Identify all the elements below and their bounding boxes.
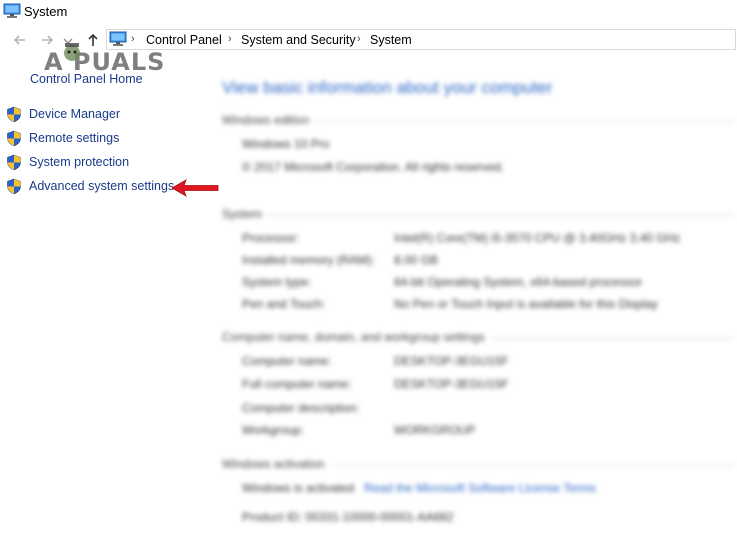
breadcrumb-system[interactable]: System: [370, 33, 412, 47]
page-heading: View basic information about your comput…: [222, 78, 553, 97]
title-bar: System: [0, 0, 737, 24]
breadcrumb-separator-icon: ›: [228, 33, 232, 45]
info-label: Computer name:: [242, 354, 332, 368]
info-label: System type:: [242, 275, 312, 289]
task-label: Advanced system settings: [29, 179, 175, 193]
info-label: Full computer name:: [242, 377, 352, 391]
window-title: System: [24, 4, 68, 19]
info-label: Computer description:: [242, 401, 360, 415]
info-label: Pen and Touch:: [242, 297, 326, 311]
red-arrow-annotation-icon: [170, 178, 220, 203]
task-label: Device Manager: [29, 107, 121, 121]
activation-status: Windows is activated: [242, 481, 355, 495]
edition-name: Windows 10 Pro: [242, 137, 330, 151]
arrow-up-icon: [83, 30, 103, 50]
back-button[interactable]: [10, 30, 30, 50]
product-id: Product ID: 00331-10000-00001-AA682: [242, 510, 454, 524]
info-value: Intel(R) Core(TM) i5-3570 CPU @ 3.40GHz …: [394, 231, 681, 245]
breadcrumb-system-and-security[interactable]: System and Security: [241, 33, 356, 47]
section-windows-edition: Windows edition: [222, 113, 310, 127]
info-value: DESKTOP-3EGU15F: [394, 377, 509, 391]
section-divider: [266, 215, 734, 216]
section-computer-name: Computer name, domain, and workgroup set…: [222, 330, 485, 344]
section-divider: [334, 465, 734, 466]
info-value: WORKGROUP: [394, 423, 476, 437]
edition-copyright: © 2017 Microsoft Corporation. All rights…: [242, 160, 505, 174]
breadcrumb-separator-icon: ›: [131, 33, 135, 45]
arrow-left-icon: [10, 30, 30, 50]
arrow-right-icon: [37, 30, 57, 50]
info-label: Processor:: [242, 231, 300, 245]
address-bar[interactable]: › Control Panel › System and Security › …: [106, 29, 736, 50]
license-terms-link[interactable]: Read the Microsoft Software License Term…: [364, 481, 596, 495]
info-label: Installed memory (RAM):: [242, 253, 375, 267]
info-label: Workgroup:: [242, 423, 304, 437]
section-divider: [492, 338, 734, 339]
info-value: 8.00 GB: [394, 253, 439, 267]
section-divider: [314, 121, 734, 122]
forward-button[interactable]: [37, 30, 57, 50]
system-window-icon: [3, 3, 21, 24]
control-panel-home-link[interactable]: Control Panel Home: [30, 72, 143, 86]
uac-shield-icon: [6, 178, 22, 200]
system-info-panel: View basic information about your comput…: [218, 74, 737, 544]
uac-shield-icon: [6, 106, 22, 128]
task-label: System protection: [29, 155, 130, 169]
task-label: Remote settings: [29, 131, 120, 145]
up-button[interactable]: [83, 30, 103, 50]
uac-shield-icon: [6, 154, 22, 176]
info-value: 64-bit Operating System, x64-based proce…: [394, 275, 643, 289]
breadcrumb-separator-icon: ›: [357, 33, 361, 45]
uac-shield-icon: [6, 130, 22, 152]
breadcrumb-control-panel[interactable]: Control Panel: [146, 33, 222, 47]
watermark-mascot-icon: [62, 42, 82, 69]
info-value: DESKTOP-3EGU15F: [394, 354, 509, 368]
section-windows-activation: Windows activation: [222, 457, 325, 471]
info-value: No Pen or Touch Input is available for t…: [394, 297, 658, 311]
section-system: System: [222, 207, 263, 221]
